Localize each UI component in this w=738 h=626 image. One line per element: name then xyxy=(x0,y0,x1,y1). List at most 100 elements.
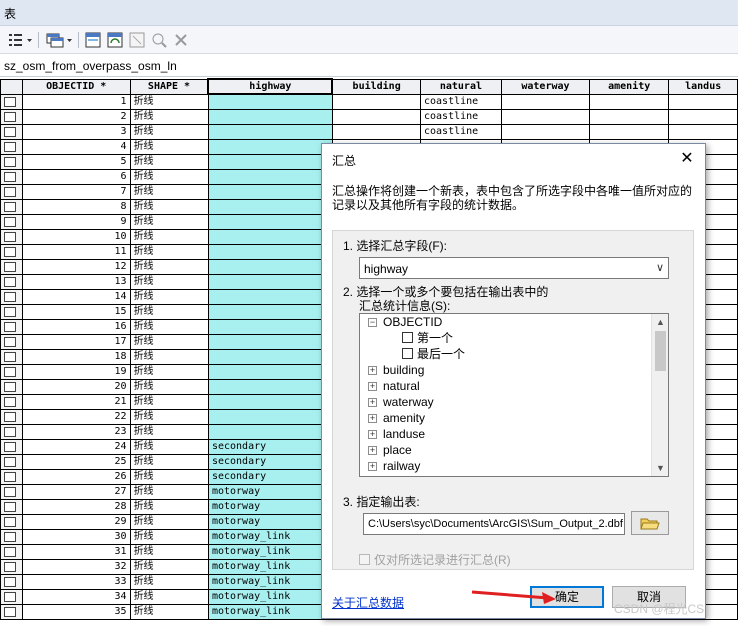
row-selector-box[interactable] xyxy=(4,171,16,182)
row-selector-box[interactable] xyxy=(4,471,16,482)
row-selector[interactable] xyxy=(0,438,23,455)
cell-highway[interactable] xyxy=(207,93,333,110)
cell-shape[interactable]: 折线 xyxy=(129,468,209,485)
cell-highway[interactable]: motorway_link xyxy=(207,558,333,575)
summarize-field-dropdown[interactable]: highway ∨ xyxy=(359,257,669,279)
close-icon[interactable]: ✕ xyxy=(677,149,697,169)
row-selector-box[interactable] xyxy=(4,231,16,242)
tree-node-boundary[interactable]: +boundary xyxy=(368,474,433,476)
row-selector[interactable] xyxy=(0,153,23,170)
cell-objectid[interactable]: 24 xyxy=(21,438,131,455)
row-selector[interactable] xyxy=(0,363,23,380)
row-selector[interactable] xyxy=(0,453,23,470)
cell-building[interactable] xyxy=(331,123,421,140)
cell-objectid[interactable]: 21 xyxy=(21,393,131,410)
cell-shape[interactable]: 折线 xyxy=(129,318,209,335)
cell-shape[interactable]: 折线 xyxy=(129,393,209,410)
cell-objectid[interactable]: 28 xyxy=(21,498,131,515)
cell-highway[interactable] xyxy=(207,213,333,230)
row-selector-box[interactable] xyxy=(4,336,16,347)
column-header-objectid[interactable]: OBJECTID * xyxy=(21,78,131,95)
cell-building[interactable] xyxy=(331,93,421,110)
cell-amenity[interactable] xyxy=(589,123,670,140)
tree-node-building[interactable]: + building xyxy=(368,362,424,378)
cell-objectid[interactable]: 35 xyxy=(21,603,131,620)
row-selector-box[interactable] xyxy=(4,186,16,197)
expand-icon[interactable]: + xyxy=(368,414,377,423)
cell-highway[interactable]: motorway_link xyxy=(207,528,333,545)
row-selector[interactable] xyxy=(0,408,23,425)
cell-shape[interactable]: 折线 xyxy=(129,408,209,425)
cell-highway[interactable] xyxy=(207,378,333,395)
row-selector[interactable] xyxy=(0,318,23,335)
cell-shape[interactable]: 折线 xyxy=(129,108,209,125)
cell-waterway[interactable] xyxy=(500,108,591,125)
row-selector-box[interactable] xyxy=(4,366,16,377)
cell-shape[interactable]: 折线 xyxy=(129,213,209,230)
column-header-highway[interactable]: highway xyxy=(207,78,334,95)
scroll-thumb[interactable] xyxy=(655,331,666,371)
row-selector-box[interactable] xyxy=(4,486,16,497)
cell-objectid[interactable]: 10 xyxy=(21,228,131,245)
cell-objectid[interactable]: 18 xyxy=(21,348,131,365)
cell-waterway[interactable] xyxy=(500,93,591,110)
cell-shape[interactable]: 折线 xyxy=(129,543,209,560)
expand-icon[interactable]: + xyxy=(368,462,377,471)
cell-natural[interactable]: coastline xyxy=(419,108,502,125)
table-row[interactable]: 2 折线 coastline xyxy=(0,108,738,125)
cell-objectid[interactable]: 11 xyxy=(21,243,131,260)
cell-highway[interactable] xyxy=(207,303,333,320)
expand-icon[interactable]: + xyxy=(368,382,377,391)
tree-scrollbar[interactable]: ▲ ▼ xyxy=(651,314,668,476)
cell-shape[interactable]: 折线 xyxy=(129,438,209,455)
row-selector[interactable] xyxy=(0,273,23,290)
expand-icon[interactable]: + xyxy=(368,446,377,455)
cell-objectid[interactable]: 16 xyxy=(21,318,131,335)
row-selector-box[interactable] xyxy=(4,456,16,467)
cell-objectid[interactable]: 31 xyxy=(21,543,131,560)
cell-shape[interactable]: 折线 xyxy=(129,243,209,260)
cell-shape[interactable]: 折线 xyxy=(129,198,209,215)
cell-objectid[interactable]: 25 xyxy=(21,453,131,470)
cell-amenity[interactable] xyxy=(589,108,670,125)
row-selector[interactable] xyxy=(0,378,23,395)
cell-shape[interactable]: 折线 xyxy=(129,168,209,185)
cell-highway[interactable] xyxy=(207,243,333,260)
row-selector[interactable] xyxy=(0,138,23,155)
expand-icon[interactable]: + xyxy=(368,366,377,375)
cell-landuse[interactable] xyxy=(668,93,738,110)
cell-shape[interactable]: 折线 xyxy=(129,528,209,545)
row-selector-box[interactable] xyxy=(4,591,16,602)
cell-highway[interactable] xyxy=(207,408,333,425)
cell-objectid[interactable]: 2 xyxy=(21,108,131,125)
cell-highway[interactable]: motorway xyxy=(207,498,333,515)
table-tab[interactable]: sz_osm_from_overpass_osm_ln xyxy=(0,55,738,77)
cell-shape[interactable]: 折线 xyxy=(129,423,209,440)
cell-natural[interactable]: coastline xyxy=(419,123,502,140)
row-selector-box[interactable] xyxy=(4,141,16,152)
cell-highway[interactable] xyxy=(207,198,333,215)
column-header-waterway[interactable]: waterway xyxy=(500,78,591,95)
row-selector[interactable] xyxy=(0,258,23,275)
expand-icon[interactable]: + xyxy=(368,430,377,439)
tree-node-objectid[interactable]: − OBJECTID xyxy=(368,314,442,330)
cell-objectid[interactable]: 14 xyxy=(21,288,131,305)
column-header-natural[interactable]: natural xyxy=(419,78,502,95)
cell-highway[interactable] xyxy=(207,108,333,125)
row-selector[interactable] xyxy=(0,288,23,305)
cell-highway[interactable] xyxy=(207,348,333,365)
cell-highway[interactable]: secondary xyxy=(207,468,333,485)
cell-landuse[interactable] xyxy=(668,123,738,140)
ok-button[interactable]: 确定 xyxy=(530,586,604,608)
row-selector[interactable] xyxy=(0,393,23,410)
cell-highway[interactable]: motorway xyxy=(207,513,333,530)
row-selector-box[interactable] xyxy=(4,546,16,557)
row-selector[interactable] xyxy=(0,528,23,545)
cell-highway[interactable] xyxy=(207,333,333,350)
about-summarizing-link[interactable]: 关于汇总数据 xyxy=(332,594,404,611)
cell-objectid[interactable]: 26 xyxy=(21,468,131,485)
row-selector-box[interactable] xyxy=(4,156,16,167)
row-selector-box[interactable] xyxy=(4,606,16,617)
statistics-tree[interactable]: − OBJECTID 第一个 最后一个 + building + natural + w… xyxy=(359,313,669,477)
switch-selection-button[interactable] xyxy=(106,30,124,50)
